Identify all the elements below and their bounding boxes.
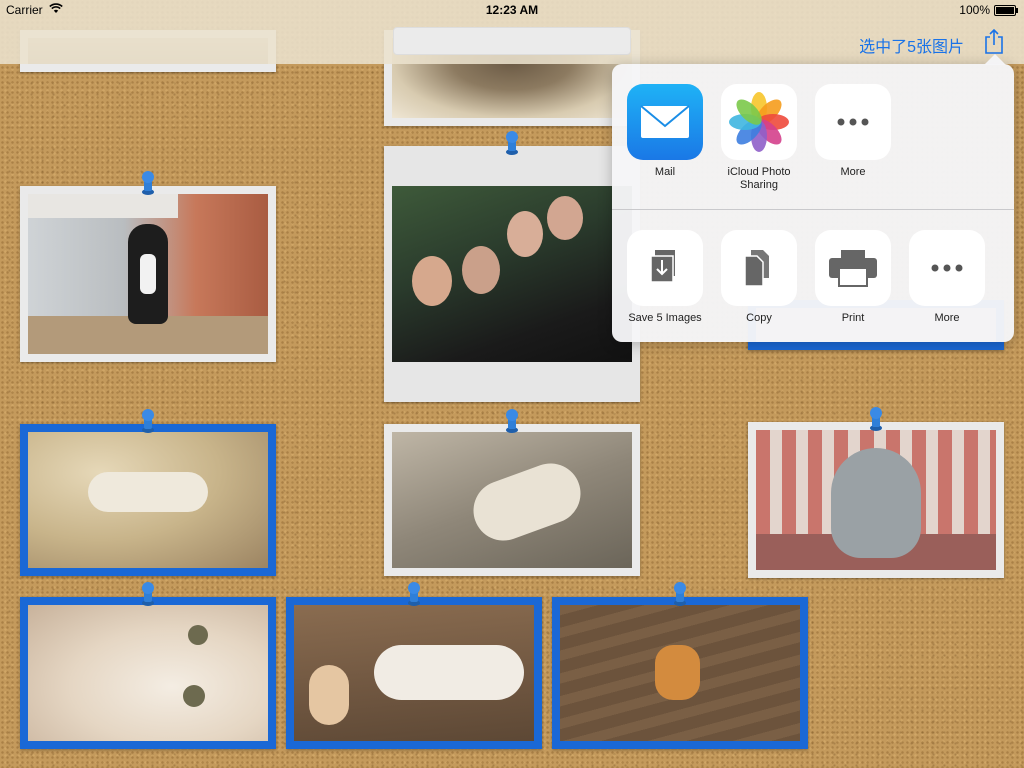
popover-arrow [984,54,1006,65]
photo-card-selected[interactable] [286,597,542,749]
action-label: Print [841,312,865,324]
pin-icon [674,582,686,606]
photo-card-selected[interactable] [552,597,808,749]
photo-card[interactable] [384,424,640,576]
share-app-mail[interactable]: Mail [620,84,710,179]
print-icon [815,230,891,306]
share-app-icloud-photo-sharing[interactable]: iCloud Photo Sharing [714,84,804,192]
pin-icon [142,171,154,195]
share-app-label: More [840,166,866,178]
clock: 12:23 AM [485,3,539,17]
more-icon [815,84,891,160]
action-more[interactable]: More [902,230,992,325]
action-label: Save 5 Images [628,312,702,324]
status-bar: Carrier 12:23 AM 100% [0,0,1024,20]
pin-icon [870,407,882,431]
more-icon [909,230,985,306]
copy-icon [721,230,797,306]
share-app-label: Mail [654,166,676,178]
photo-card[interactable] [748,422,1004,578]
share-sheet-divider [612,209,1014,210]
mail-icon [627,84,703,160]
action-print[interactable]: Print [808,230,898,325]
pin-icon [506,131,518,155]
action-copy[interactable]: Copy [714,230,804,325]
action-save-images[interactable]: Save 5 Images [620,230,710,325]
pin-icon [506,409,518,433]
share-icon[interactable] [984,28,1004,54]
pin-icon [408,582,420,606]
share-app-label: iCloud Photo Sharing [727,166,791,191]
save-icon [627,230,703,306]
selection-count-label: 选中了5张图片 [859,39,964,56]
share-app-more[interactable]: More [808,84,898,179]
title-field[interactable] [393,27,631,55]
photo-card[interactable] [384,146,640,402]
photo-card[interactable] [20,186,276,362]
photo-card-selected[interactable] [20,597,276,749]
photos-icon [721,84,797,160]
pin-icon [142,409,154,433]
share-sheet: Mail iCloud Photo Sharing More Save 5 Im… [612,64,1014,342]
action-label: More [934,312,960,324]
battery-percentage: 100% [959,3,990,17]
action-label: Copy [746,312,772,324]
battery-icon [994,5,1018,16]
pin-icon [142,582,154,606]
photo-card-selected[interactable] [20,424,276,576]
